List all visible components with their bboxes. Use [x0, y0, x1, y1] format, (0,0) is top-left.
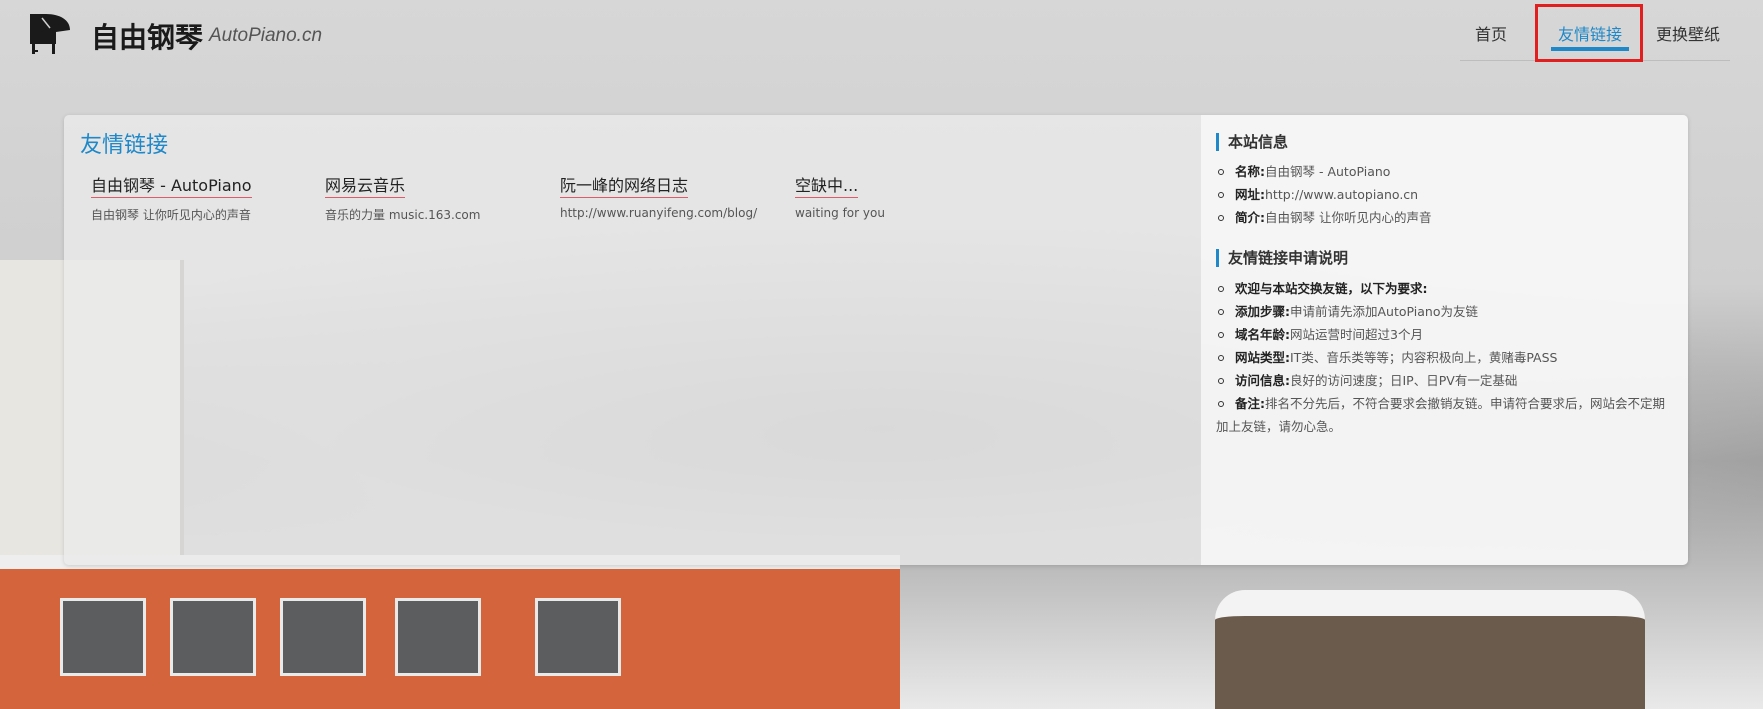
friend-link-desc: 自由钢琴 让你听见内心的声音 — [91, 208, 251, 222]
friend-link-desc: 音乐的力量 music.163.com — [325, 208, 481, 222]
background-train-window — [170, 598, 256, 676]
friend-link[interactable]: 网易云音乐 — [325, 172, 406, 198]
background-train-window — [535, 598, 621, 676]
link-card: 空缺中... waiting for you — [795, 172, 1025, 220]
list-item: 备注:排名不分先后，不符合要求会撤销友链。申请符合要求后，网站会不定期加上友链，… — [1216, 392, 1676, 438]
info-value: 排名不分先后，不符合要求会撤销友链。申请符合要求后，网站会不定期加上友链，请勿心… — [1216, 396, 1666, 434]
list-item: 网址:http://www.autopiano.cn — [1216, 183, 1676, 206]
list-item: 域名年龄:网站运营时间超过3个月 — [1216, 323, 1676, 346]
nav-change-wallpaper[interactable]: 更换壁纸 — [1656, 21, 1720, 45]
friend-links-panel: 友情链接 自由钢琴 - AutoPiano 自由钢琴 让你听见内心的声音 网易云… — [64, 115, 1201, 565]
page-title: 友情链接 — [80, 133, 169, 158]
friend-link-desc: waiting for you — [795, 206, 885, 220]
nav-highlight-box — [1535, 4, 1643, 62]
list-item: 欢迎与本站交换友链，以下为要求: — [1216, 277, 1676, 300]
apply-info-list: 欢迎与本站交换友链，以下为要求: 添加步骤:申请前请先添加AutoPiano为友… — [1216, 277, 1676, 438]
info-value: IT类、音乐类等等；内容积极向上，黄赌毒PASS — [1290, 350, 1558, 365]
list-item: 访问信息:良好的访问速度；日IP、日PV有一定基础 — [1216, 369, 1676, 392]
link-card: 阮一峰的网络日志 http://www.ruanyifeng.com/blog/ — [560, 172, 790, 220]
info-label: 备注: — [1235, 396, 1265, 411]
info-value: 网站运营时间超过3个月 — [1290, 327, 1423, 342]
background-shelter — [1215, 590, 1645, 709]
info-label: 网址: — [1235, 187, 1265, 202]
site-info-heading: 本站信息 — [1216, 133, 1288, 151]
info-label: 添加步骤: — [1235, 304, 1290, 319]
friend-link[interactable]: 自由钢琴 - AutoPiano — [91, 172, 252, 198]
list-item: 名称:自由钢琴 - AutoPiano — [1216, 160, 1676, 183]
info-label: 名称: — [1235, 164, 1265, 179]
apply-intro: 欢迎与本站交换友链，以下为要求: — [1235, 281, 1428, 296]
info-value: 自由钢琴 - AutoPiano — [1265, 164, 1391, 179]
grand-piano-icon[interactable] — [26, 10, 72, 56]
site-info-list: 名称:自由钢琴 - AutoPiano 网址:http://www.autopi… — [1216, 160, 1676, 229]
site-header: 自由钢琴 AutoPiano.cn 首页 友情链接 更换壁纸 — [0, 0, 1763, 75]
friend-link[interactable]: 空缺中... — [795, 172, 859, 198]
info-label: 网站类型: — [1235, 350, 1290, 365]
background-train-window — [280, 598, 366, 676]
friend-link[interactable]: 阮一峰的网络日志 — [560, 172, 689, 198]
content-card: 友情链接 自由钢琴 - AutoPiano 自由钢琴 让你听见内心的声音 网易云… — [64, 115, 1688, 565]
friend-link-desc: http://www.ruanyifeng.com/blog/ — [560, 206, 758, 220]
nav-home[interactable]: 首页 — [1475, 21, 1507, 45]
info-value: http://www.autopiano.cn — [1265, 187, 1419, 202]
link-card: 自由钢琴 - AutoPiano 自由钢琴 让你听见内心的声音 — [91, 172, 321, 223]
list-item: 添加步骤:申请前请先添加AutoPiano为友链 — [1216, 300, 1676, 323]
background-train-window — [60, 598, 146, 676]
info-value: 申请前请先添加AutoPiano为友链 — [1290, 304, 1478, 319]
info-value: 良好的访问速度；日IP、日PV有一定基础 — [1290, 373, 1518, 388]
site-subtitle: AutoPiano.cn — [209, 25, 323, 46]
background-train-window — [395, 598, 481, 676]
sidebar: 本站信息 名称:自由钢琴 - AutoPiano 网址:http://www.a… — [1201, 115, 1688, 565]
list-item: 网站类型:IT类、音乐类等等；内容积极向上，黄赌毒PASS — [1216, 346, 1676, 369]
info-value: 自由钢琴 让你听见内心的声音 — [1265, 210, 1432, 225]
list-item: 简介:自由钢琴 让你听见内心的声音 — [1216, 206, 1676, 229]
site-title[interactable]: 自由钢琴 — [91, 16, 203, 56]
info-label: 域名年龄: — [1235, 327, 1290, 342]
apply-info-heading: 友情链接申请说明 — [1216, 249, 1348, 267]
link-card: 网易云音乐 音乐的力量 music.163.com — [325, 172, 555, 223]
info-label: 简介: — [1235, 210, 1265, 225]
info-label: 访问信息: — [1235, 373, 1290, 388]
